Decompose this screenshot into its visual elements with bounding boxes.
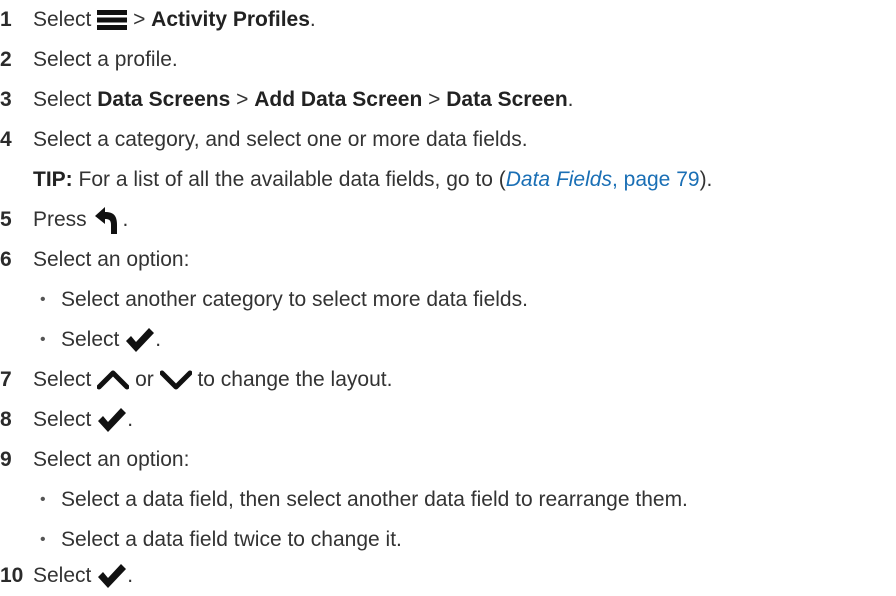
period: . [122,208,129,231]
period: . [309,8,316,31]
step-text: Press [33,208,87,231]
step-text: Select a category, and select one or mor… [33,128,528,151]
step-text: Select [33,88,92,111]
step-text: Select [33,368,92,391]
step-text: Select [33,408,92,431]
check-icon [125,327,155,353]
step-text: Select [33,564,92,587]
menu-item-data-screen: Data Screen [446,88,568,111]
bullet-text: Select a data field twice to change it. [61,528,402,551]
chevron-up-icon [97,369,130,391]
menu-item-data-screens: Data Screens [97,88,231,111]
separator: > [236,88,249,111]
step-text: Select an option: [33,448,190,471]
bullet: • [40,331,46,348]
tip-label: TIP: [33,168,73,191]
step-number: 6 [0,248,12,271]
step-number: 3 [0,88,12,111]
bullet-text: Select another category to select more d… [61,288,528,311]
check-icon [97,407,127,433]
check-icon [97,563,127,589]
period: . [127,408,134,431]
chevron-down-icon [159,369,192,391]
menu-item-activity-profiles: Activity Profiles [151,8,310,31]
step-number: 4 [0,128,12,151]
bullet-text: Select a data field, then select another… [61,488,688,511]
bullet: • [40,291,46,308]
period: . [567,88,574,111]
bullet-text: Select [61,328,120,351]
data-fields-link[interactable]: Data Fields, page 79 [506,168,700,191]
bullet: • [40,531,46,548]
period: . [155,328,162,351]
link-page[interactable]: , page 79 [612,168,700,191]
step-number: 9 [0,448,12,471]
step-text: to change the layout. [197,368,393,391]
bullet: • [40,491,46,508]
step-number: 10 [0,564,24,587]
step-number: 7 [0,368,12,391]
separator: > [428,88,441,111]
step-number: 8 [0,408,12,431]
separator: > [133,8,146,31]
step-text: Select an option: [33,248,190,271]
or-text: or [135,368,154,391]
period: . [127,564,134,587]
step-text: Select [33,8,92,31]
step-number: 5 [0,208,12,231]
menu-item-add-data-screen: Add Data Screen [254,88,423,111]
tip-text: For a list of all the available data fie… [78,168,506,191]
menu-icon [97,9,128,31]
tip-end: ). [699,168,713,191]
link-title[interactable]: Data Fields [506,168,612,191]
back-icon [93,205,123,235]
step-text: Select a profile. [33,48,178,71]
step-number: 1 [0,8,12,31]
step-number: 2 [0,48,12,71]
